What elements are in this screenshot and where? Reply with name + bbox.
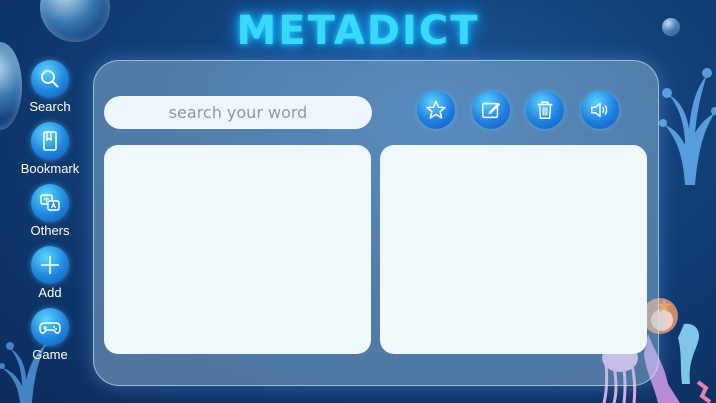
sidebar-item-label: Search xyxy=(29,99,71,114)
sidebar-item-others[interactable]: Others xyxy=(18,184,82,238)
sidebar-item-search[interactable]: Search xyxy=(18,60,82,114)
word-list-pane[interactable] xyxy=(104,145,371,354)
app-title: METADICT xyxy=(236,8,480,54)
pronounce-button[interactable] xyxy=(581,91,619,129)
plus-icon xyxy=(31,246,69,284)
search-input[interactable] xyxy=(121,102,355,123)
bookmark-icon xyxy=(31,122,69,160)
sidebar-item-label: Add xyxy=(38,285,62,300)
speaker-icon xyxy=(591,102,608,118)
sidebar-item-label: Others xyxy=(30,223,70,238)
sidebar-item-label: Game xyxy=(32,347,68,362)
edit-button[interactable] xyxy=(472,91,510,129)
sidebar-item-add[interactable]: Add xyxy=(18,246,82,300)
delete-button[interactable] xyxy=(526,91,564,129)
search-icon xyxy=(31,60,69,98)
definition-pane[interactable] xyxy=(380,145,647,354)
translate-icon xyxy=(31,184,69,222)
star-icon xyxy=(426,100,446,119)
search-box[interactable] xyxy=(104,96,372,129)
gamepad-icon xyxy=(31,308,69,346)
coral-decoration xyxy=(659,68,716,185)
trash-icon xyxy=(537,101,553,119)
sidebar-item-game[interactable]: Game xyxy=(18,308,82,362)
edit-icon xyxy=(482,102,501,119)
favorite-button[interactable] xyxy=(417,91,455,129)
sidebar-item-bookmark[interactable]: Bookmark xyxy=(18,122,82,176)
sidebar-item-label: Bookmark xyxy=(20,161,80,176)
